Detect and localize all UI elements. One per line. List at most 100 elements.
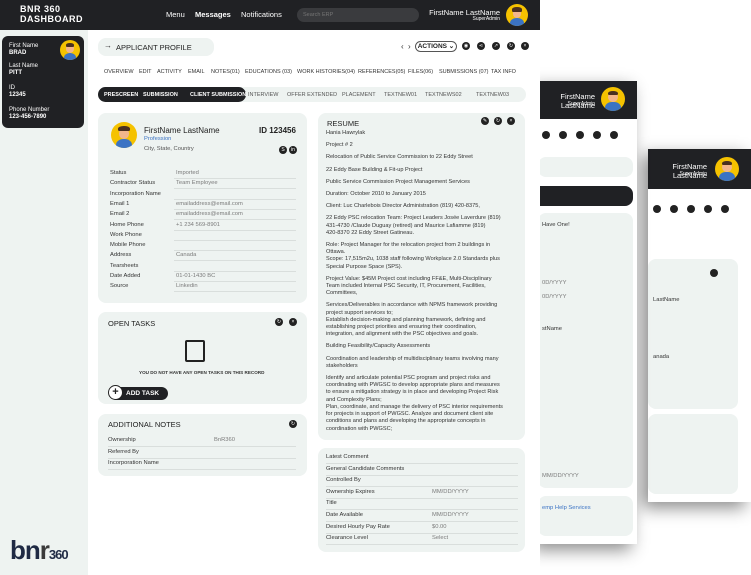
row-divider [326,497,518,499]
close-icon[interactable] [721,205,729,213]
detail-label: Status [110,170,127,176]
sidebar-value-id: 12345 [9,92,26,98]
additional-notes-title: ADDITIONAL NOTES [108,420,181,429]
prev-icon[interactable]: ‹ [401,42,404,51]
refresh-icon[interactable] [704,205,712,213]
refresh-icon[interactable]: ↻ [494,117,502,125]
edit-icon[interactable]: ✎ [481,117,489,125]
detail-value[interactable]: emailaddress@email.com [176,201,243,207]
subtab-textnews02[interactable]: TEXTNEWS02 [425,92,462,98]
sidebar-value-phone: 123-456-7890 [9,114,47,120]
back1-date-3[interactable]: MM/DD/YYYY [542,473,579,479]
subtab-textnew03[interactable]: TEXTNEW03 [476,92,509,98]
resume-paragraph: 22 Eddy PSC relocation Team: Project Lea… [326,215,501,236]
refresh-icon[interactable]: ↻ [289,420,297,428]
tab-files[interactable]: FILES(06) [408,69,433,75]
next-icon[interactable]: › [408,42,411,51]
detail-label: Email 1 [110,200,130,207]
tab-submissions[interactable]: SUBMISSIONS (07) [439,69,489,75]
tab-notes[interactable]: NOTES(01) [211,69,240,75]
close-icon[interactable] [610,131,618,139]
extra-row: Clearance Level Select [326,535,518,546]
detail-value[interactable]: 01-01-1430 BC [176,273,215,279]
back1-date-1[interactable]: 0D/YYYY [542,280,567,286]
subtab-offer-extended[interactable]: OFFER EXTENDED [287,92,337,98]
row-divider [174,188,296,190]
back1-date-2[interactable]: 0D/YYYY [542,294,567,300]
tab-references[interactable]: REFERENCES(05) [358,69,405,75]
subtab-submission[interactable]: SUBMISSION [143,92,178,98]
nav-notifications[interactable]: Notifications [241,10,282,19]
row-divider [108,446,296,447]
detail-value[interactable]: Linkedin [176,283,198,289]
user-avatar[interactable] [506,4,528,26]
detail-value[interactable]: Imported [176,170,199,176]
search-input[interactable] [297,8,419,22]
nav-menu[interactable]: Menu [166,10,185,19]
resume-paragraph: Identify and articulate potential PSC pr… [326,375,503,432]
tab-activity[interactable]: ACTIVITY [157,69,182,75]
eye-icon[interactable] [542,131,550,139]
tab-tax-info[interactable]: TAX INFO [491,69,516,75]
row-divider [174,250,296,252]
share-icon[interactable] [670,205,678,213]
eye-icon[interactable] [653,205,661,213]
linkedin-icon[interactable]: in [289,146,297,154]
main-window: BNR 360 DASHBOARD Menu Messages Notifica… [0,0,540,575]
expand-icon[interactable] [687,205,695,213]
refresh-icon[interactable]: ↻ [275,318,283,326]
back-arrow-icon[interactable]: → [104,41,112,50]
detail-row: Home Phone +1 234 569-8901 [110,222,296,231]
expand-icon[interactable]: ↗ [492,42,500,50]
close-icon[interactable]: × [507,117,515,125]
extra-row: Ownership Expires MM/DD/YYYY [326,489,518,499]
subtab-prescreen[interactable]: PRESCREEN [104,92,138,98]
extra-label: Latest Comment [326,454,369,460]
actions-dropdown[interactable]: ACTIONS ⌄ [415,41,457,52]
close-icon[interactable]: × [521,42,529,50]
subtab-client-submission[interactable]: CLIENT SUBMISSION [190,92,246,98]
back1-avatar[interactable] [601,87,625,111]
detail-value[interactable]: Canada [176,252,196,258]
tab-work-histories[interactable]: WORK HISTORIES(04) [297,69,355,75]
extra-value[interactable]: Select [432,535,448,541]
resume-paragraph: Role: Project Manager for the relocation… [326,242,500,270]
back1-text-help[interactable]: emp Help Services [542,505,591,511]
note-row: Incorporation Name [108,460,296,470]
refresh-icon[interactable] [593,131,601,139]
detail-value[interactable]: emailaddress@email.com [176,211,243,217]
detail-value[interactable]: +1 234 569-8901 [176,222,220,228]
row-divider [174,260,296,262]
resume-paragraph: Public Service Commission Project Manage… [326,178,470,185]
tab-edit[interactable]: EDIT [139,69,152,75]
tab-overview[interactable]: OVERVIEW [104,69,134,75]
detail-label: Email 2 [110,211,130,218]
share-icon[interactable] [559,131,567,139]
nav-messages[interactable]: Messages [195,10,231,19]
extra-value[interactable]: MM/DD/YYYY [432,512,469,518]
detail-value[interactable]: Team Employee [176,180,218,186]
share-icon[interactable]: ⋖ [477,42,485,50]
expand-icon[interactable] [576,131,584,139]
extra-value[interactable]: MM/DD/YYYY [432,489,469,495]
detail-row: Email 1 emailaddress@email.com [110,201,296,210]
candidate-profession: Profession [144,136,172,142]
back2-avatar[interactable] [715,157,739,181]
eye-icon[interactable]: ◉ [462,42,470,50]
extra-value[interactable]: $0.00 [432,524,447,530]
subtab-interview[interactable]: INTERVIEW [248,92,278,98]
open-tasks-title: OPEN TASKS [108,319,156,328]
refresh-icon[interactable] [710,269,718,277]
detail-row: Email 2 emailaddress@email.com [110,211,296,221]
refresh-icon[interactable]: ↻ [507,42,515,50]
extra-row: Controlled By [326,477,518,488]
subtab-placement[interactable]: PLACEMENT [342,92,376,98]
subtab-textnew01[interactable]: TEXTNEW01 [384,92,417,98]
note-value[interactable]: BnR360 [214,437,235,443]
skype-icon[interactable]: S [279,146,287,154]
resume-paragraph: Project # 2 [326,142,353,149]
tab-email[interactable]: EMAIL [188,69,205,75]
chevron-down-icon: ⌄ [448,43,455,50]
close-icon[interactable]: × [289,318,297,326]
tab-educations[interactable]: EDUCATIONS (03) [245,69,292,75]
